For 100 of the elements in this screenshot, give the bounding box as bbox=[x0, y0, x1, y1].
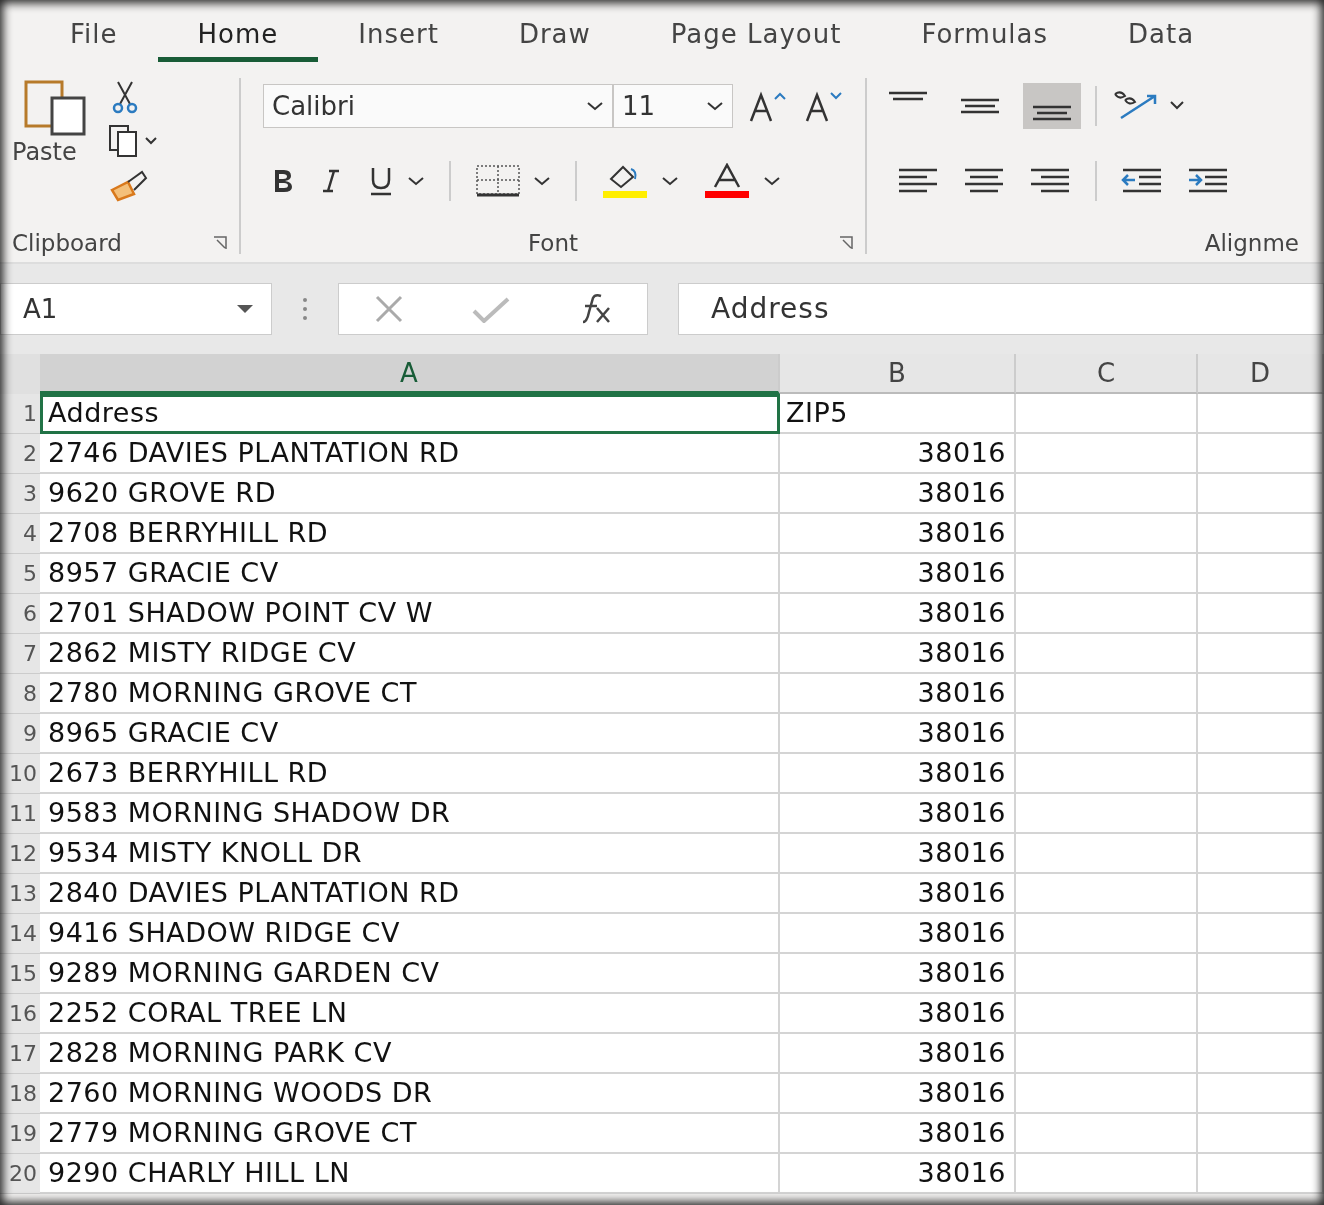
row-header[interactable]: 8 bbox=[0, 674, 40, 714]
font-name-dropdown[interactable]: Calibri bbox=[263, 84, 613, 128]
font-color-icon[interactable] bbox=[703, 163, 751, 199]
table-cell: 2746 DAVIES PLANTATION RD bbox=[40, 434, 780, 474]
table-cell: 9583 MORNING SHADOW DR bbox=[40, 794, 780, 834]
row-header[interactable]: 11 bbox=[0, 794, 40, 834]
table-cell: 2673 BERRYHILL RD bbox=[40, 754, 780, 794]
table-cell: 2760 MORNING WOODS DR bbox=[40, 1074, 780, 1114]
row-header[interactable]: 2 bbox=[0, 434, 40, 474]
borders-icon[interactable] bbox=[475, 164, 521, 198]
table-cell: 38016 bbox=[780, 714, 1016, 754]
group-label: Font bbox=[527, 230, 579, 256]
select-all-corner[interactable] bbox=[0, 354, 40, 394]
row-header[interactable]: 17 bbox=[0, 1034, 40, 1074]
shrink-font-icon[interactable] bbox=[803, 89, 845, 123]
chevron-down-icon[interactable] bbox=[661, 176, 679, 186]
row-header[interactable]: 19 bbox=[0, 1114, 40, 1154]
group-label: Clipboard bbox=[12, 230, 122, 256]
table-cell: 9416 SHADOW RIDGE CV bbox=[40, 914, 780, 954]
more-options-icon[interactable] bbox=[302, 297, 308, 321]
table-cell: 2828 MORNING PARK CV bbox=[40, 1034, 780, 1074]
group-label: Alignme bbox=[1204, 230, 1299, 256]
table-cell: 38016 bbox=[780, 674, 1016, 714]
table-cell: 38016 bbox=[780, 434, 1016, 474]
copy-icon[interactable] bbox=[108, 124, 158, 158]
table-cell: 2252 CORAL TREE LN bbox=[40, 994, 780, 1034]
ribbon-tab[interactable]: Data bbox=[1088, 19, 1235, 62]
row-header[interactable]: 16 bbox=[0, 994, 40, 1034]
table-cell: 2708 BERRYHILL RD bbox=[40, 514, 780, 554]
table-cell: 38016 bbox=[780, 634, 1016, 674]
table-cell: 2862 MISTY RIDGE CV bbox=[40, 634, 780, 674]
checkmark-icon[interactable] bbox=[472, 295, 510, 323]
name-box[interactable]: A1 bbox=[0, 283, 272, 335]
table-cell: 8957 GRACIE CV bbox=[40, 554, 780, 594]
ribbon-tab[interactable]: Home bbox=[157, 19, 319, 62]
table-cell: 2701 SHADOW POINT CV W bbox=[40, 594, 780, 634]
chevron-down-icon[interactable] bbox=[533, 176, 551, 186]
row-header[interactable]: 3 bbox=[0, 474, 40, 514]
table-cell: 9620 GROVE RD bbox=[40, 474, 780, 514]
table-cell: 38016 bbox=[780, 514, 1016, 554]
align-bottom-button[interactable] bbox=[1023, 83, 1081, 129]
table-cell: Address bbox=[40, 394, 780, 434]
chevron-down-icon[interactable] bbox=[407, 176, 425, 186]
table-cell: 38016 bbox=[780, 994, 1016, 1034]
font-size-dropdown[interactable]: 11 bbox=[613, 84, 733, 128]
row-header[interactable]: 4 bbox=[0, 514, 40, 554]
ribbon-tab[interactable]: Formulas bbox=[881, 19, 1089, 62]
table-cell: 38016 bbox=[780, 1074, 1016, 1114]
column-header[interactable]: A bbox=[40, 354, 780, 394]
table-cell: 38016 bbox=[780, 794, 1016, 834]
table-cell: 9534 MISTY KNOLL DR bbox=[40, 834, 780, 874]
table-cell: 8965 GRACIE CV bbox=[40, 714, 780, 754]
dialog-launcher-icon[interactable] bbox=[213, 236, 227, 250]
row-header[interactable]: 15 bbox=[0, 954, 40, 994]
row-header[interactable]: 12 bbox=[0, 834, 40, 874]
column-header[interactable]: C bbox=[1016, 354, 1198, 394]
align-middle-icon bbox=[959, 98, 1001, 114]
table-cell: 2840 DAVIES PLANTATION RD bbox=[40, 874, 780, 914]
chevron-down-icon[interactable] bbox=[586, 101, 604, 111]
formula-input[interactable]: Address bbox=[678, 283, 1324, 335]
dialog-launcher-icon[interactable] bbox=[839, 236, 853, 250]
table-cell: 38016 bbox=[780, 474, 1016, 514]
align-top-icon bbox=[887, 91, 929, 101]
row-header[interactable]: 9 bbox=[0, 714, 40, 754]
table-cell: 38016 bbox=[780, 754, 1016, 794]
fill-color-icon[interactable] bbox=[601, 163, 649, 199]
table-cell: 9290 CHARLY HILL LN bbox=[40, 1154, 780, 1194]
row-header[interactable]: 10 bbox=[0, 754, 40, 794]
ribbon-tab[interactable]: Page Layout bbox=[630, 19, 882, 62]
row-header[interactable]: 7 bbox=[0, 634, 40, 674]
table-cell: 38016 bbox=[780, 1154, 1016, 1194]
table-cell: 38016 bbox=[780, 1114, 1016, 1154]
align-bottom-icon bbox=[1031, 105, 1073, 121]
ribbon-tab[interactable]: Insert bbox=[318, 19, 479, 62]
table-cell: 38016 bbox=[780, 914, 1016, 954]
row-header[interactable]: 1 bbox=[0, 394, 40, 434]
table-cell: ZIP5 bbox=[780, 394, 1016, 434]
ribbon-tab[interactable]: File bbox=[30, 19, 158, 62]
paste-label[interactable]: Paste bbox=[12, 138, 77, 166]
table-cell: 2780 MORNING GROVE CT bbox=[40, 674, 780, 714]
ribbon-tab[interactable]: Draw bbox=[478, 19, 631, 62]
row-header[interactable]: 5 bbox=[0, 554, 40, 594]
paintbrush-icon[interactable] bbox=[108, 168, 148, 202]
row-header[interactable]: 6 bbox=[0, 594, 40, 634]
row-header[interactable]: 18 bbox=[0, 1074, 40, 1114]
row-header[interactable]: 20 bbox=[0, 1154, 40, 1194]
table-cell: 38016 bbox=[780, 1034, 1016, 1074]
column-header[interactable]: D bbox=[1198, 354, 1324, 394]
dropdown-arrow-icon[interactable] bbox=[235, 303, 255, 315]
row-header[interactable]: 13 bbox=[0, 874, 40, 914]
chevron-down-icon[interactable] bbox=[763, 176, 781, 186]
table-cell: 2779 MORNING GROVE CT bbox=[40, 1114, 780, 1154]
table-cell: 38016 bbox=[780, 954, 1016, 994]
chevron-down-icon[interactable] bbox=[706, 101, 724, 111]
table-cell: 9289 MORNING GARDEN CV bbox=[40, 954, 780, 994]
row-header[interactable]: 14 bbox=[0, 914, 40, 954]
table-cell: 38016 bbox=[780, 834, 1016, 874]
table-cell: 38016 bbox=[780, 594, 1016, 634]
table-cell: 38016 bbox=[780, 874, 1016, 914]
column-header[interactable]: B bbox=[780, 354, 1016, 394]
